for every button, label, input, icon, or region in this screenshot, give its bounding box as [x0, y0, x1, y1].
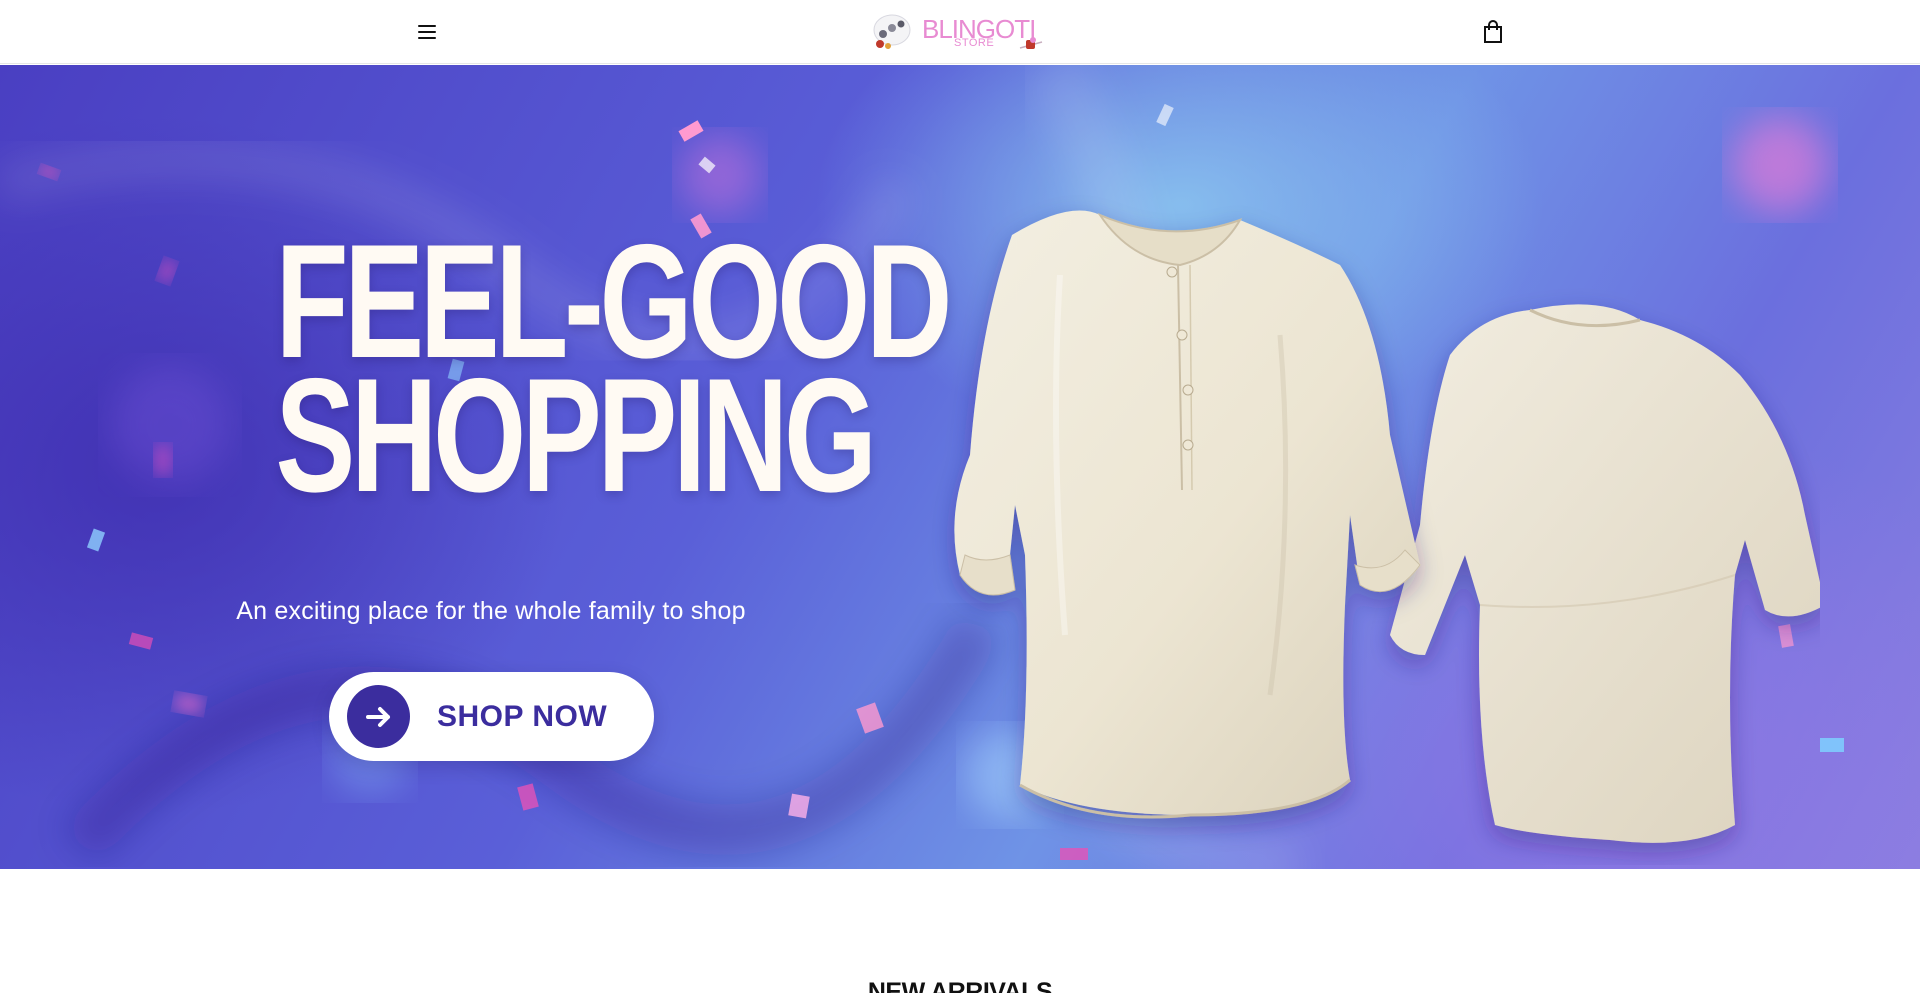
hero-shirts-image — [954, 210, 1820, 843]
hamburger-menu-icon[interactable] — [414, 20, 442, 44]
hero-tagline: An exciting place for the whole family t… — [236, 597, 746, 625]
new-arrivals-title: NEW ARRIVALS — [867, 978, 1053, 993]
shopping-bag-icon[interactable] — [1482, 20, 1504, 44]
shop-now-label: SHOP NOW — [437, 700, 608, 733]
store-logo[interactable]: BLINGOTI STORE — [870, 10, 1050, 54]
arrow-right-icon — [347, 685, 410, 748]
logo-emblem-icon — [870, 10, 916, 54]
hero-headline: FEEL-GOOD SHOPPING — [275, 221, 952, 526]
site-header: BLINGOTI STORE — [0, 0, 1920, 64]
logo-bag-decoration-icon — [1019, 37, 1043, 49]
headline-line-2: SHOPPING — [275, 345, 877, 526]
shop-now-button[interactable]: SHOP NOW — [329, 672, 654, 761]
hero-banner: FEEL-GOOD SHOPPING An exciting place for… — [0, 65, 1920, 869]
logo-subtitle: STORE — [954, 37, 995, 49]
